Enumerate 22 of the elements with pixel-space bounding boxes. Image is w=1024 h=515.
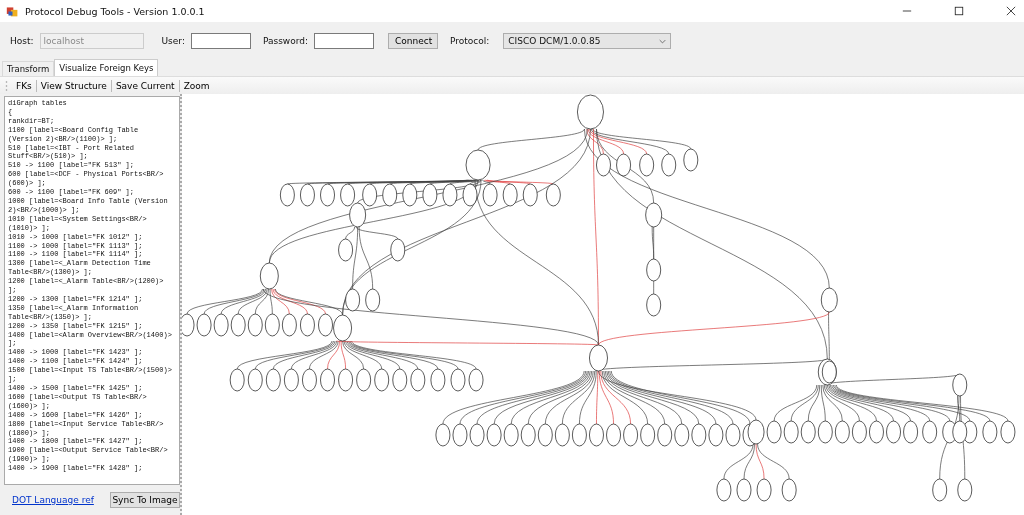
user-label: User: <box>161 36 185 46</box>
toolbar-button[interactable]: Save Current <box>111 80 179 91</box>
toolbar-button[interactable]: View Structure <box>36 80 111 91</box>
toolbar-button[interactable]: FKs <box>12 80 36 91</box>
host-label: Host: <box>10 36 34 46</box>
app-icon <box>6 4 19 18</box>
tab[interactable]: Transform <box>2 61 55 76</box>
tab[interactable]: Visualize Foreign Keys <box>54 59 159 76</box>
maximize-icon[interactable] <box>954 6 964 16</box>
sync-button[interactable]: Sync To Image <box>109 492 180 508</box>
grip-icon <box>5 79 8 92</box>
close-icon[interactable] <box>1006 6 1016 16</box>
protocol-label: Protocol: <box>450 36 490 46</box>
caret-icon <box>659 38 667 44</box>
password-label: Password: <box>262 36 308 46</box>
user-field[interactable] <box>190 33 251 49</box>
window-title: Protocol Debug Tools - Version 1.0.0.1 <box>25 5 205 17</box>
password-field[interactable] <box>314 33 374 49</box>
protocol-dropdown[interactable]: CISCO DCM/1.0.0.85 <box>503 33 672 49</box>
connect-button[interactable]: Connect <box>388 33 438 49</box>
toolbar-button[interactable]: Zoom <box>179 80 214 91</box>
dot-language-link[interactable]: DOT Language ref <box>12 495 94 505</box>
